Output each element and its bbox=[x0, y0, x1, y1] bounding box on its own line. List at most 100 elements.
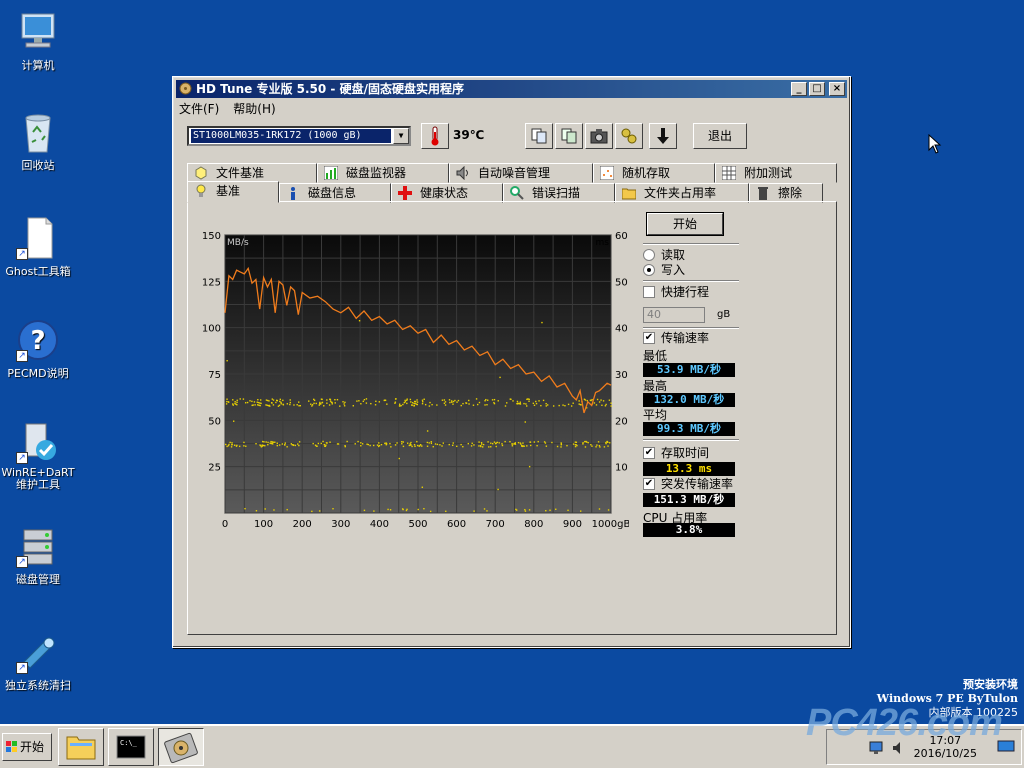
write-radio[interactable]: 写入 bbox=[643, 263, 685, 278]
y1-tick-label: 125 bbox=[202, 277, 221, 288]
checkbox-quick[interactable] bbox=[643, 286, 655, 298]
tab-disk-info[interactable]: 磁盘信息 bbox=[279, 183, 391, 203]
tab-file-benchmark[interactable]: 文件基准 bbox=[187, 163, 317, 183]
checkbox-access[interactable]: ✔ bbox=[643, 447, 655, 459]
access-time-point bbox=[413, 443, 416, 446]
access-time-point bbox=[590, 443, 592, 446]
desktop-icon-winre[interactable]: ↗ WinRE+DaRT 维护工具 bbox=[0, 420, 76, 491]
access-time-point bbox=[259, 444, 261, 446]
access-time-point bbox=[543, 441, 546, 443]
access-time-point bbox=[328, 404, 331, 406]
start-button[interactable]: 开始 bbox=[647, 213, 723, 235]
read-radio[interactable]: 读取 bbox=[643, 248, 685, 263]
access-time-point bbox=[292, 444, 295, 446]
tab-random-access[interactable]: 随机存取 bbox=[593, 163, 715, 183]
desktop-icon-ghost[interactable]: ↗ Ghost工具箱 bbox=[0, 216, 76, 279]
access-time-point bbox=[291, 444, 293, 446]
quick-stroke-checkbox[interactable]: 快捷行程 bbox=[643, 285, 709, 300]
copy-text-button[interactable] bbox=[525, 123, 553, 149]
start-label: 开始 bbox=[20, 740, 45, 754]
access-time-point bbox=[516, 400, 519, 403]
title-bar[interactable]: HD Tune 专业版 5.50 - 硬盘/固态硬盘实用程序 _ □ × bbox=[176, 80, 847, 98]
minimize-button[interactable]: _ bbox=[791, 82, 807, 96]
tab-error-scan[interactable]: 错误扫描 bbox=[503, 183, 615, 203]
x-tick-label: 200 bbox=[293, 519, 312, 530]
checkbox-transfer[interactable]: ✔ bbox=[643, 332, 655, 344]
access-time-point bbox=[460, 404, 462, 407]
checkbox-burst[interactable]: ✔ bbox=[643, 478, 655, 490]
access-time-point bbox=[414, 402, 416, 405]
tab-aam[interactable]: 自动噪音管理 bbox=[449, 163, 593, 183]
y1-tick-label: 150 bbox=[202, 231, 221, 242]
close-button[interactable]: × bbox=[829, 82, 845, 96]
access-time-point bbox=[428, 405, 431, 407]
access-time-point bbox=[245, 445, 247, 447]
taskbar-hdtune-button[interactable] bbox=[158, 728, 204, 766]
burst-rate-checkbox[interactable]: ✔ 突发传输速率 bbox=[643, 477, 733, 492]
temperature-button[interactable] bbox=[421, 123, 449, 149]
access-time-point bbox=[525, 403, 527, 405]
chevron-down-icon[interactable]: ▼ bbox=[393, 128, 409, 144]
radio-write[interactable] bbox=[643, 264, 655, 276]
access-time-point bbox=[320, 403, 322, 405]
tab-label: 健康状态 bbox=[420, 186, 469, 200]
tab-erase[interactable]: 擦除 bbox=[749, 183, 823, 203]
menu-help[interactable]: 帮助(H) bbox=[233, 100, 275, 118]
access-time-point bbox=[394, 444, 397, 446]
access-time-point bbox=[406, 442, 409, 444]
tab-extra-tests[interactable]: 附加测试 bbox=[715, 163, 837, 183]
copy-all-button[interactable] bbox=[555, 123, 583, 149]
desktop-icon-label: PECMD说明 bbox=[7, 367, 69, 380]
save-button[interactable] bbox=[649, 123, 677, 149]
access-time-point bbox=[354, 443, 356, 445]
desktop-icon-computer[interactable]: 计算机 bbox=[0, 10, 76, 73]
radio-read[interactable] bbox=[643, 249, 655, 261]
access-time-point bbox=[410, 441, 412, 444]
access-time-point bbox=[596, 398, 599, 401]
tab-benchmark[interactable]: 基准 bbox=[187, 181, 279, 203]
access-time-point bbox=[424, 403, 427, 406]
start-button-taskbar[interactable]: 开始 bbox=[2, 733, 52, 761]
access-time-point bbox=[323, 443, 326, 446]
access-time-point bbox=[244, 507, 246, 510]
access-time-point bbox=[398, 457, 400, 460]
options-button[interactable] bbox=[615, 123, 643, 149]
thermometer-icon bbox=[431, 126, 439, 146]
access-time-point bbox=[316, 445, 318, 447]
y1-tick-label: 75 bbox=[208, 370, 221, 381]
desktop-icon-disk-management[interactable]: ↗ 磁盘管理 bbox=[0, 524, 76, 587]
tab-disk-monitor[interactable]: 磁盘监视器 bbox=[317, 163, 449, 183]
access-time-point bbox=[363, 398, 366, 401]
maximize-button[interactable]: □ bbox=[809, 82, 825, 96]
access-time-point bbox=[234, 401, 236, 403]
taskbar-explorer-button[interactable] bbox=[58, 728, 104, 766]
access-time-point bbox=[574, 445, 577, 448]
access-time-point bbox=[524, 508, 526, 511]
access-time-point bbox=[593, 402, 596, 404]
quick-stroke-input[interactable]: 40 bbox=[643, 307, 705, 323]
menu-file[interactable]: 文件(F) bbox=[179, 100, 219, 118]
access-time-point bbox=[441, 399, 444, 401]
access-time-point bbox=[520, 443, 522, 445]
access-time-point bbox=[265, 399, 268, 401]
grid-icon bbox=[721, 165, 738, 181]
access-time-point bbox=[423, 398, 425, 400]
access-time-checkbox[interactable]: ✔ 存取时间 bbox=[643, 446, 709, 461]
access-time-point bbox=[294, 444, 297, 447]
drive-select[interactable]: ST1000LM035-1RK172 (1000 gB) ▼ bbox=[187, 126, 411, 146]
desktop-icon-pecmd[interactable]: ? ↗ PECMD说明 bbox=[0, 318, 76, 381]
desktop-icon-cleaner[interactable]: ↗ 独立系统清扫 bbox=[0, 630, 76, 693]
screenshot-button[interactable] bbox=[585, 123, 613, 149]
access-time-point bbox=[289, 399, 291, 401]
access-time-point bbox=[517, 441, 520, 444]
tab-health[interactable]: 健康状态 bbox=[391, 183, 503, 203]
taskbar-cmd-button[interactable]: C:\_ bbox=[108, 728, 154, 766]
access-time-point bbox=[430, 441, 432, 443]
desktop-icon-recycle-bin[interactable]: 回收站 bbox=[0, 110, 76, 173]
exit-button[interactable]: 退出 bbox=[693, 123, 747, 149]
tab-folder-usage[interactable]: 文件夹占用率 bbox=[615, 183, 749, 203]
access-time-point bbox=[404, 399, 406, 402]
access-time-point bbox=[264, 445, 266, 447]
x-tick-label: 300 bbox=[331, 519, 350, 530]
transfer-rate-checkbox[interactable]: ✔ 传输速率 bbox=[643, 331, 709, 346]
